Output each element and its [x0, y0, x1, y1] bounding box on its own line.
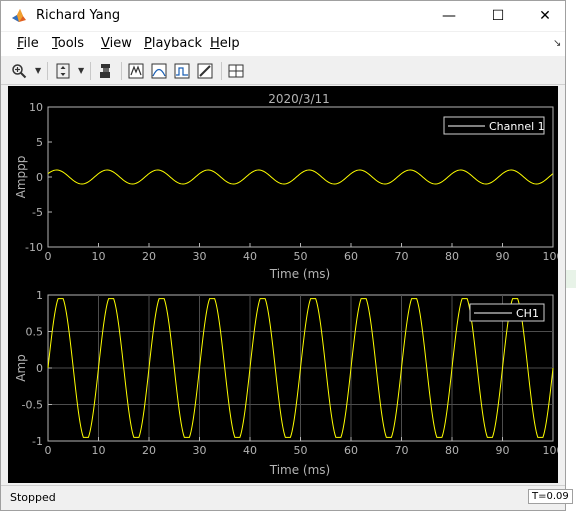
- y-tick-label: -0.5: [22, 399, 43, 412]
- y-tick-label: 5: [36, 136, 43, 149]
- x-tick-label: 10: [92, 250, 106, 263]
- zoom-dropdown-icon[interactable]: ▼: [35, 66, 41, 75]
- x-tick-label: 100: [543, 444, 559, 457]
- menu-file-label: ile: [23, 36, 39, 51]
- measurement-icon[interactable]: [195, 61, 215, 81]
- y-tick-label: -1: [32, 435, 43, 448]
- menu-playback[interactable]: Playback: [144, 36, 202, 51]
- y-tick-label: -10: [25, 241, 43, 254]
- menu-tools[interactable]: Tools: [52, 36, 84, 51]
- x-tick-label: 10: [92, 444, 106, 457]
- status-time: T=0.09: [528, 489, 573, 504]
- x-tick-label: 60: [344, 444, 358, 457]
- matlab-logo-icon: [12, 9, 26, 22]
- x-tick-label: 40: [243, 250, 257, 263]
- status-state: Stopped: [10, 491, 56, 504]
- scale-y-icon[interactable]: [53, 61, 73, 81]
- status-bar: Stopped T=0.09: [1, 485, 573, 510]
- scope-plots: 2020/3/11 0102030405060708090100 1050-5-…: [14, 92, 564, 477]
- x-tick-label: 60: [344, 250, 358, 263]
- dock-arrow-icon[interactable]: ↘: [553, 38, 561, 49]
- menu-view[interactable]: View: [101, 36, 132, 51]
- plot2-y-label: Amp: [14, 354, 28, 382]
- toolbar-separator: [90, 62, 91, 80]
- y-tick-label: -5: [32, 206, 43, 219]
- y-tick-label: 0.5: [26, 326, 44, 339]
- plot1-legend[interactable]: Channel 1: [443, 116, 545, 135]
- menu-tools-label: ools: [57, 36, 85, 51]
- x-tick-label: 0: [45, 444, 52, 457]
- toolbar-separator: [121, 62, 122, 80]
- x-tick-label: 70: [395, 250, 409, 263]
- menu-help-label: elp: [219, 36, 240, 51]
- x-tick-label: 20: [142, 250, 156, 263]
- menu-playback-key: P: [144, 36, 152, 51]
- x-tick-label: 70: [395, 444, 409, 457]
- toolbar: ▼ ▼: [1, 58, 565, 85]
- y-tick-label: 0: [36, 171, 43, 184]
- autoscale-icon[interactable]: [96, 61, 116, 81]
- x-tick-label: 90: [496, 444, 510, 457]
- menu-file[interactable]: File: [17, 36, 39, 51]
- title-bar: Richard Yang — ☐ ✕: [1, 1, 565, 31]
- cursor-icon[interactable]: [149, 61, 169, 81]
- x-tick-label: 50: [294, 444, 308, 457]
- y-tick-label: 0: [36, 362, 43, 375]
- plot1-x-label: Time (ms): [269, 267, 331, 281]
- x-tick-label: 50: [294, 250, 308, 263]
- zoom-in-icon[interactable]: [9, 61, 29, 81]
- plot2-legend-label: CH1: [516, 307, 539, 320]
- maximize-button[interactable]: ☐: [475, 1, 521, 31]
- window-title: Richard Yang: [36, 8, 121, 23]
- menu-view-label: iew: [109, 36, 132, 51]
- x-tick-label: 30: [193, 444, 207, 457]
- x-tick-label: 30: [193, 250, 207, 263]
- layout-icon[interactable]: [226, 61, 246, 81]
- plot1-y-label: Amppp: [14, 156, 28, 199]
- x-tick-label: 80: [445, 444, 459, 457]
- x-tick-label: 0: [45, 250, 52, 263]
- peak-finder-icon[interactable]: [172, 61, 192, 81]
- menu-bar: File Tools View Playback Help ↘: [1, 32, 565, 56]
- plot1-title: 2020/3/11: [268, 92, 330, 106]
- minimize-button[interactable]: —: [426, 1, 472, 31]
- x-tick-label: 100: [543, 250, 559, 263]
- plot2-x-label: Time (ms): [269, 463, 331, 477]
- scope-window: Richard Yang — ☐ ✕ File Tools View Playb…: [0, 0, 573, 511]
- x-tick-label: 40: [243, 444, 257, 457]
- x-tick-label: 20: [142, 444, 156, 457]
- scale-dropdown-icon[interactable]: ▼: [78, 66, 84, 75]
- x-tick-label: 80: [445, 250, 459, 263]
- trigger-icon[interactable]: [126, 61, 146, 81]
- background-strip: [566, 270, 576, 288]
- scope-figure: 2020/3/11 0102030405060708090100 1050-5-…: [8, 86, 564, 483]
- y-tick-label: 10: [29, 101, 43, 114]
- plot1-legend-label: Channel 1: [489, 120, 545, 133]
- menu-help-key: H: [210, 36, 220, 51]
- menu-view-key: V: [101, 36, 110, 51]
- plot2-legend[interactable]: CH1: [469, 303, 545, 322]
- toolbar-separator: [221, 62, 222, 80]
- menu-playback-label: layback: [151, 36, 203, 51]
- close-button[interactable]: ✕: [522, 1, 568, 31]
- x-tick-label: 90: [496, 250, 510, 263]
- y-tick-label: 1: [36, 289, 43, 302]
- menu-help[interactable]: Help: [210, 36, 240, 51]
- toolbar-separator: [47, 62, 48, 80]
